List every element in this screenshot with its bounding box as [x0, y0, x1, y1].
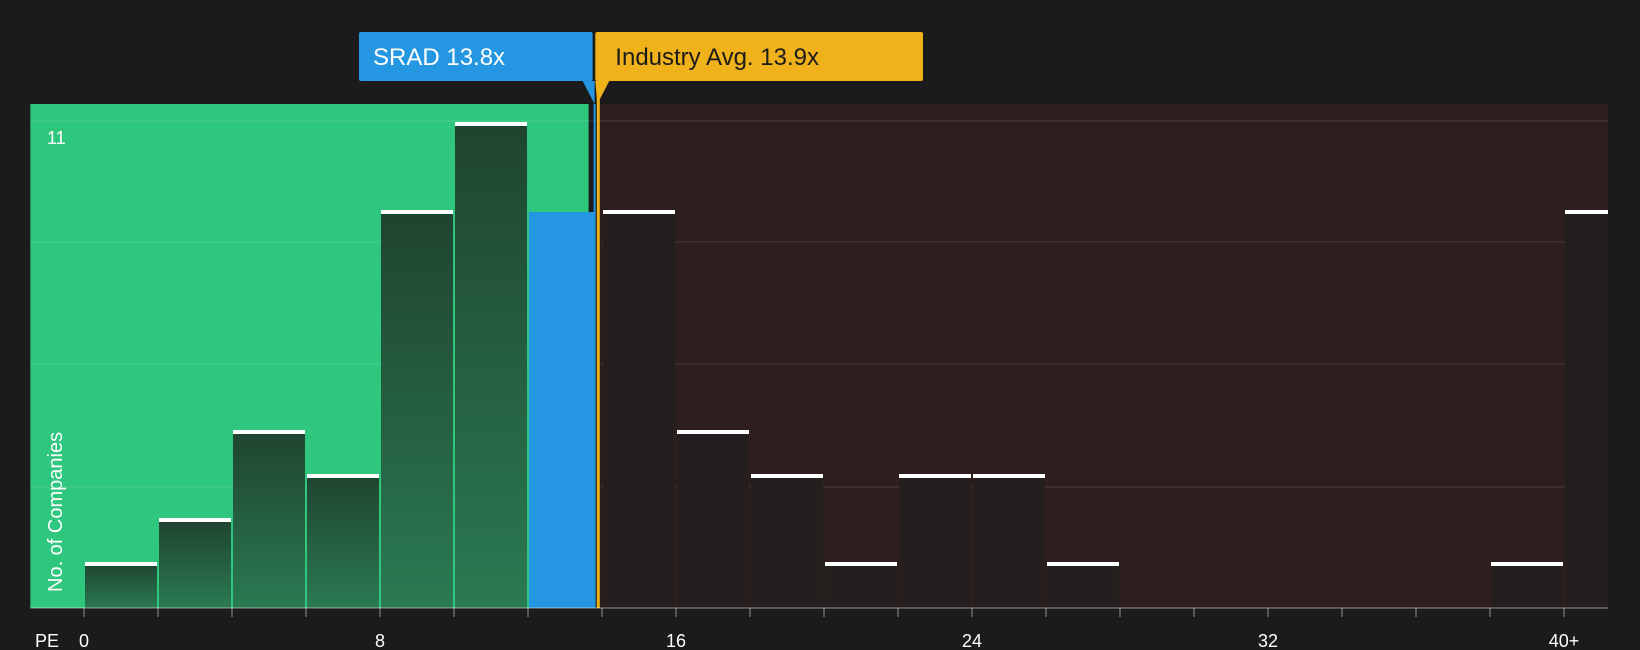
bar-company	[529, 212, 595, 608]
bar-cap-4	[233, 430, 305, 434]
bar-cap-6	[307, 474, 379, 478]
bar-0	[85, 564, 157, 608]
bar-2	[159, 520, 231, 608]
bar-10	[455, 124, 527, 608]
bar-cap-20	[825, 562, 897, 566]
bar-24	[973, 476, 1045, 608]
bar-16	[677, 432, 749, 608]
pe-distribution-chart: 0 8 16 24 32 40+ PE No. of Companies 11 SRAD 1…	[0, 0, 1640, 650]
x-tick-label: 16	[666, 631, 686, 650]
bar-6	[307, 476, 379, 608]
bar-8	[381, 212, 453, 608]
bar-26	[1047, 564, 1119, 608]
x-tick-label: 32	[1258, 631, 1278, 650]
above-average-region	[598, 104, 1608, 608]
bar-cap-18	[751, 474, 823, 478]
bar-cap-14	[603, 210, 675, 214]
bar-cap-8	[381, 210, 453, 214]
bar-cap-16	[677, 430, 749, 434]
company-callout-label: SRAD 13.8x	[373, 44, 505, 71]
bar-cap-38	[1491, 562, 1563, 566]
bar-cap-2	[159, 518, 231, 522]
bar-38	[1491, 564, 1563, 608]
bar-20	[825, 564, 897, 608]
x-tick-label: 8	[375, 631, 385, 650]
bar-cap-26	[1047, 562, 1119, 566]
x-tick-label: 24	[962, 631, 982, 650]
x-tick-label: 0	[79, 631, 89, 650]
bar-cap-0	[85, 562, 157, 566]
bar-cap-10	[455, 122, 527, 126]
bar-22	[899, 476, 971, 608]
bar-cap-22	[899, 474, 971, 478]
x-tick-label: 40+	[1549, 631, 1580, 650]
bar-4	[233, 432, 305, 608]
industry-callout-label: Industry Avg. 13.9x	[615, 44, 819, 71]
x-axis-label: PE	[35, 631, 59, 650]
y-axis-label: No. of Companies	[45, 432, 67, 592]
bar-cap-24	[973, 474, 1045, 478]
bar-40	[1565, 212, 1608, 608]
bar-cap-40	[1565, 210, 1608, 214]
bar-18	[751, 476, 823, 608]
bar-14	[603, 212, 675, 608]
y-tick-label: 11	[47, 128, 66, 148]
